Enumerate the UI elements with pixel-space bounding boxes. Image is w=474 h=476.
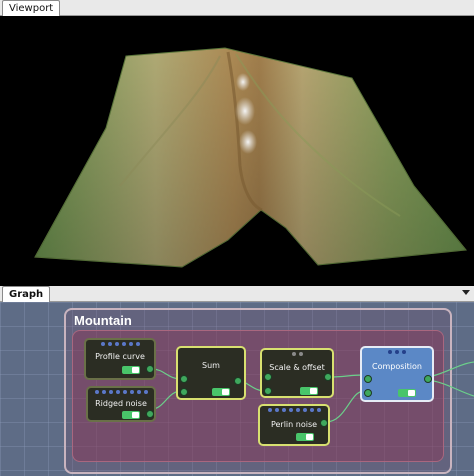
output-port[interactable]: [146, 410, 154, 418]
input-port[interactable]: [180, 388, 188, 396]
input-port[interactable]: [264, 387, 272, 395]
enable-toggle[interactable]: [296, 433, 314, 441]
viewport-tabstrip: Viewport: [0, 0, 474, 16]
node-input-dots: [86, 342, 154, 346]
output-port[interactable]: [146, 365, 154, 373]
output-port[interactable]: [424, 375, 432, 383]
input-port[interactable]: [364, 389, 372, 397]
node-input-dots: [260, 408, 328, 412]
graph-tabstrip: Graph: [0, 286, 474, 302]
enable-toggle[interactable]: [212, 388, 230, 396]
node-scale-offset[interactable]: Scale & offset: [260, 348, 334, 398]
node-label: Ridged noise: [95, 399, 147, 408]
output-port[interactable]: [320, 419, 328, 427]
node-label: Composition: [372, 362, 422, 371]
enable-toggle[interactable]: [398, 389, 416, 397]
output-port[interactable]: [324, 373, 332, 381]
enable-toggle[interactable]: [122, 366, 140, 374]
node-label: Sum: [202, 361, 220, 370]
node-sum[interactable]: Sum: [176, 346, 246, 400]
tab-graph[interactable]: Graph: [2, 286, 51, 302]
node-graph-panel[interactable]: Mountain Profile curve Ridged noise Sum: [0, 302, 474, 476]
node-ridged-noise[interactable]: Ridged noise: [86, 386, 156, 422]
node-profile-curve[interactable]: Profile curve: [84, 338, 156, 380]
enable-toggle[interactable]: [300, 387, 318, 395]
viewport-3d[interactable]: [0, 16, 474, 286]
node-input-dots: [262, 352, 332, 356]
tab-viewport[interactable]: Viewport: [2, 0, 61, 16]
terrain-render: [34, 47, 467, 268]
node-label: Profile curve: [95, 352, 145, 361]
node-composition[interactable]: Composition: [360, 346, 434, 402]
node-input-dots: [362, 350, 432, 354]
node-input-dots: [88, 390, 154, 394]
node-perlin-noise[interactable]: Perlin noise: [258, 404, 330, 446]
input-port[interactable]: [180, 375, 188, 383]
output-port[interactable]: [234, 377, 242, 385]
enable-toggle[interactable]: [122, 411, 140, 419]
node-label: Scale & offset: [269, 363, 325, 372]
input-port[interactable]: [364, 375, 372, 383]
chevron-down-icon[interactable]: [462, 290, 470, 295]
input-port[interactable]: [264, 373, 272, 381]
node-label: Perlin noise: [270, 420, 318, 429]
